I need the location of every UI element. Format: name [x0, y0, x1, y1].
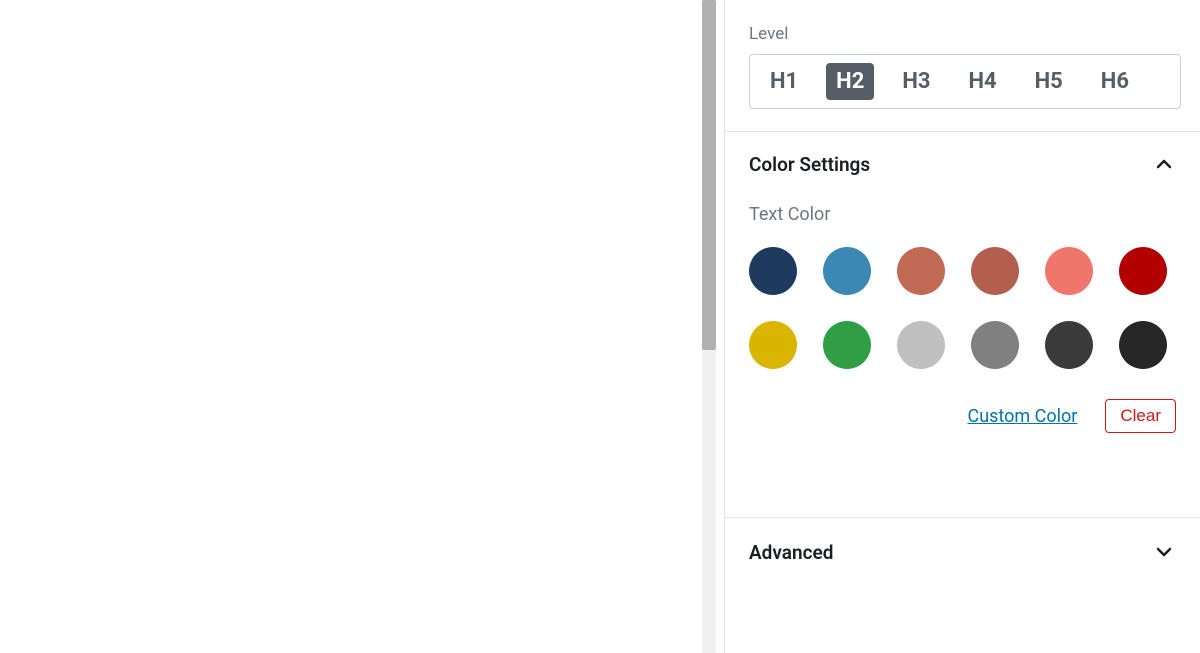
heading-level-h2[interactable]: H2 — [826, 63, 874, 100]
color-swatch-0[interactable] — [749, 247, 797, 295]
color-swatch-3[interactable] — [971, 247, 1019, 295]
text-color-label: Text Color — [749, 204, 1176, 225]
scrollbar-thumb[interactable] — [702, 0, 716, 350]
color-swatch-10[interactable] — [1045, 321, 1093, 369]
custom-color-link[interactable]: Custom Color — [967, 406, 1077, 427]
color-swatch-7[interactable] — [823, 321, 871, 369]
advanced-panel: Advanced — [725, 518, 1200, 586]
color-actions: Custom Color Clear — [749, 399, 1176, 433]
settings-sidebar: Level H1 H2 H3 H4 H5 H6 Color Settings Text C… — [724, 0, 1200, 653]
color-settings-toggle[interactable]: Color Settings — [725, 132, 1200, 196]
color-swatch-4[interactable] — [1045, 247, 1093, 295]
color-settings-title: Color Settings — [749, 153, 870, 176]
chevron-up-icon — [1152, 152, 1176, 176]
clear-button[interactable]: Clear — [1105, 399, 1176, 433]
heading-level-h1[interactable]: H1 — [760, 63, 808, 100]
color-swatch-2[interactable] — [897, 247, 945, 295]
color-settings-body: Text Color Custom Color Clear — [725, 196, 1200, 457]
color-swatch-1[interactable] — [823, 247, 871, 295]
heading-level-h3[interactable]: H3 — [892, 63, 940, 100]
color-swatch-9[interactable] — [971, 321, 1019, 369]
level-label: Level — [749, 24, 1176, 44]
heading-level-h6[interactable]: H6 — [1091, 63, 1139, 100]
color-swatch-11[interactable] — [1119, 321, 1167, 369]
chevron-down-icon — [1152, 540, 1176, 564]
color-settings-panel: Color Settings Text Color Custom Color C… — [725, 132, 1200, 518]
color-swatch-grid — [749, 247, 1176, 369]
color-swatch-5[interactable] — [1119, 247, 1167, 295]
editor-canvas — [0, 0, 702, 653]
heading-level-h5[interactable]: H5 — [1025, 63, 1073, 100]
heading-level-section: Level H1 H2 H3 H4 H5 H6 — [725, 0, 1200, 132]
advanced-toggle[interactable]: Advanced — [725, 518, 1200, 586]
color-swatch-8[interactable] — [897, 321, 945, 369]
advanced-title: Advanced — [749, 541, 833, 564]
heading-level-h4[interactable]: H4 — [958, 63, 1006, 100]
heading-level-group: H1 H2 H3 H4 H5 H6 — [749, 54, 1181, 109]
color-swatch-6[interactable] — [749, 321, 797, 369]
